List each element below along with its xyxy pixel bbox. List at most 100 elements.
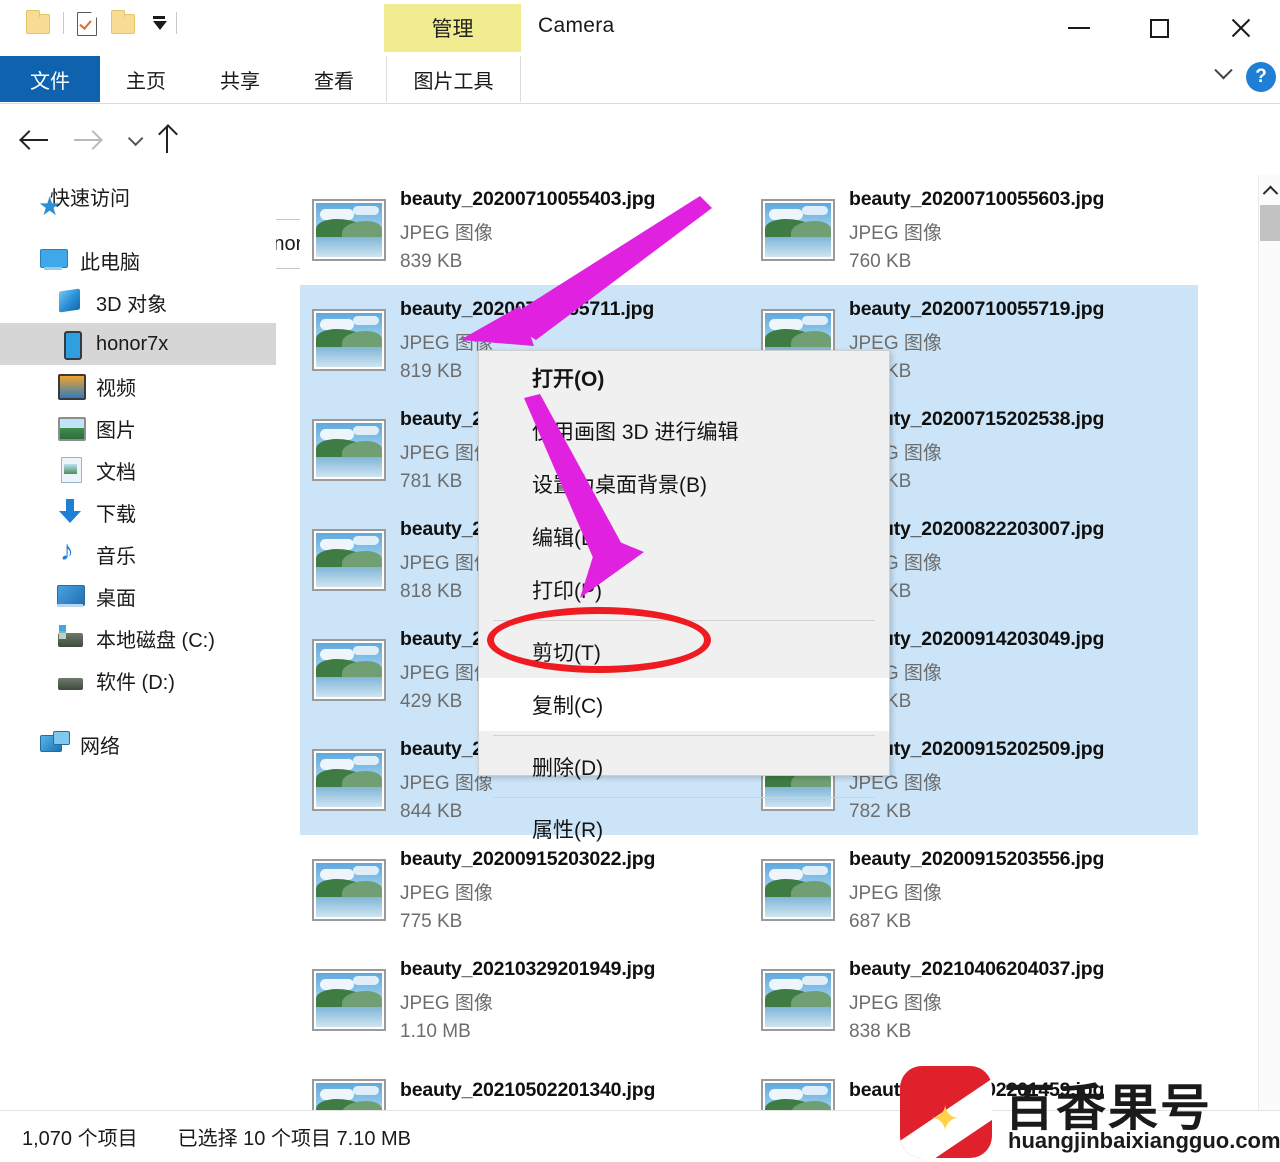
context-menu-item[interactable]: 剪切(T) [479,625,889,678]
file-type: JPEG 图像 [400,222,493,244]
file-row: beauty_20210329201949.jpg JPEG 图像 1.10 MB b… [300,945,1258,1055]
sidebar-item-downloads[interactable]: 下载 [0,491,276,533]
file-info: beauty_20200710055403.jpg JPEG 图像 839 KB [400,188,655,273]
item-count-label: 1,070 个项目 [22,1128,138,1150]
back-button[interactable] [16,121,54,159]
sidebar-gap-2 [0,701,276,723]
sidebar-item-this-pc[interactable]: 此电脑 [0,239,276,281]
context-menu-item[interactable]: 删除(D) [479,740,889,793]
context-menu-item[interactable]: 复制(C) [479,678,889,731]
tab-home[interactable]: 主页 [105,56,187,102]
tab-view[interactable]: 查看 [293,56,375,102]
file-type: JPEG 图像 [849,992,942,1014]
customize-dropdown-icon[interactable] [145,16,167,30]
chevron-up-icon [1262,185,1278,201]
file-info: beauty_20200915203556.jpg JPEG 图像 687 KB [849,848,1104,933]
ribbon-tab-bar: 文件 主页 共享 查看 图片工具 [0,56,1280,104]
file-item[interactable]: beauty_20200710055403.jpg JPEG 图像 839 KB [300,175,749,285]
properties-icon[interactable] [73,8,99,38]
vertical-scrollbar[interactable] [1258,175,1280,1110]
file-item[interactable]: beauty_20200710055603.jpg JPEG 图像 760 KB [749,175,1198,285]
forward-button[interactable] [68,121,106,159]
arrow-right-icon [74,139,100,141]
sidebar-item-local-disk-c[interactable]: 本地磁盘 (C:) [0,617,276,659]
desktop-icon [56,583,86,609]
scroll-up-button[interactable] [1259,179,1280,201]
context-menu-separator [493,735,875,736]
star-icon: ✦ [930,1098,961,1139]
sidebar-item-label: 快速访问 [50,187,130,210]
context-menu-item[interactable]: 属性(R) [479,802,889,855]
folder-icon[interactable] [22,8,52,38]
help-button[interactable]: ? [1246,62,1276,92]
file-size: 1.10 MB [400,1020,471,1042]
sidebar-item-label: 音乐 [96,545,136,568]
file-thumbnail [312,749,386,811]
file-size: 775 KB [400,910,463,932]
file-thumbnail [312,529,386,591]
file-thumbnail [312,419,386,481]
scrollbar-thumb[interactable] [1260,205,1280,241]
context-menu-item[interactable]: 设置为桌面背景(B) [479,457,889,510]
videos-icon [56,373,86,400]
sidebar-item-label: 网络 [80,735,120,758]
sidebar-item-software-d[interactable]: 软件 (D:) [0,659,276,701]
context-menu-separator [493,797,875,798]
sidebar-item-honor7x[interactable]: honor7x [0,323,276,365]
navigation-pane: 快速访问 此电脑 3D 对象 honor7x 视频 图片 文档 下载 ♪ 音乐 … [0,175,276,1110]
context-menu[interactable]: 打开(O) 使用画图 3D 进行编辑 设置为桌面背景(B) 编辑(E) 打印(P) 剪切(… [478,350,890,842]
phone-icon [56,331,86,360]
sidebar-item-label: 3D 对象 [96,293,168,316]
this-pc-icon [40,247,70,273]
watermark-logo-icon: ✦ [900,1066,992,1158]
file-thumbnail [312,639,386,701]
file-name: beauty_20200710055403.jpg [400,187,656,210]
drive-icon [56,625,86,651]
arrow-left-icon [22,139,48,141]
file-thumbnail [761,199,835,261]
watermark-url: huangjinbaixiangguo.com [1008,1128,1280,1153]
new-folder-icon[interactable] [107,8,137,38]
file-name: beauty_20200710055719.jpg [849,297,1105,320]
context-menu-item[interactable]: 打开(O) [479,351,889,404]
sidebar-item-network[interactable]: 网络 [0,723,276,765]
ribbon-collapse-button[interactable] [1208,60,1238,86]
context-menu-item[interactable]: 打印(P) [479,563,889,616]
arrow-up-icon [166,127,168,153]
sidebar-item-pictures[interactable]: 图片 [0,407,276,449]
sidebar-item-label: 软件 (D:) [96,671,175,694]
file-thumbnail [761,859,835,921]
maximize-button[interactable] [1120,6,1198,50]
file-type: JPEG 图像 [400,882,493,904]
file-thumbnail [312,859,386,921]
tab-file[interactable]: 文件 [0,56,100,102]
context-menu-item[interactable]: 编辑(E) [479,510,889,563]
sidebar-item-label: 下载 [96,503,136,526]
file-type: JPEG 图像 [400,992,493,1014]
tab-share[interactable]: 共享 [199,56,281,102]
sidebar-item-quick-access[interactable]: 快速访问 [0,175,276,223]
documents-icon [56,457,86,483]
sidebar-item-videos[interactable]: 视频 [0,365,276,407]
file-item[interactable]: beauty_20210406204037.jpg JPEG 图像 838 KB [749,945,1198,1055]
sidebar-item-documents[interactable]: 文档 [0,449,276,491]
file-row: beauty_20200710055403.jpg JPEG 图像 839 KB be… [300,175,1258,285]
toolbar-divider [63,12,64,34]
close-button[interactable] [1202,6,1280,50]
music-icon [56,535,86,567]
minimize-button[interactable] [1040,6,1118,50]
contextual-tab-manage[interactable]: 管理 [384,4,521,52]
downloads-icon [56,499,86,525]
sidebar-item-desktop[interactable]: 桌面 [0,575,276,617]
sidebar-item-label: 此电脑 [80,251,140,274]
watermark: ✦ 百香果号 huangjinbaixiangguo.com [900,1062,1280,1160]
up-button[interactable] [148,121,186,159]
sidebar-item-3d-objects[interactable]: 3D 对象 [0,281,276,323]
file-thumbnail [312,969,386,1031]
tab-picture-tools[interactable]: 图片工具 [386,56,521,102]
sidebar-item-music[interactable]: 音乐 [0,533,276,575]
file-item[interactable]: beauty_20210329201949.jpg JPEG 图像 1.10 MB [300,945,749,1055]
context-menu-item[interactable]: 使用画图 3D 进行编辑 [479,404,889,457]
file-name: beauty_20200710055603.jpg [849,187,1105,210]
recent-locations-button[interactable] [114,121,152,159]
